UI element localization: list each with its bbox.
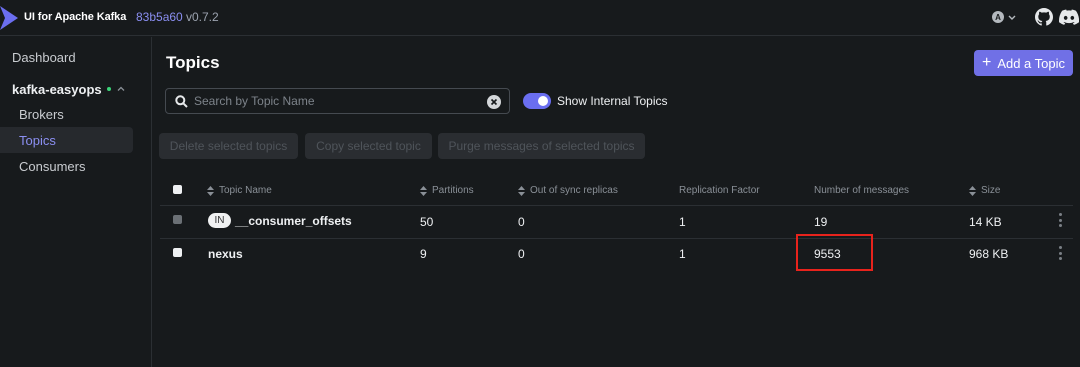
github-icon[interactable] xyxy=(1035,8,1053,26)
highlight-annotation-box xyxy=(796,234,873,271)
messages-cell: 19 xyxy=(814,215,828,229)
page-title: Topics xyxy=(166,53,220,72)
topic-name-link[interactable]: nexus xyxy=(208,247,243,261)
row-checkbox[interactable] xyxy=(173,248,182,257)
column-header-topic-name[interactable]: Topic Name xyxy=(207,185,272,196)
sidebar-item-consumers[interactable]: Consumers xyxy=(0,153,133,179)
theme-auto-icon: A xyxy=(992,11,1004,23)
column-header-partitions[interactable]: Partitions xyxy=(420,185,474,196)
sidebar-item-brokers[interactable]: Brokers xyxy=(0,101,133,127)
cluster-name: kafka-easyops xyxy=(12,81,102,97)
replication-factor-cell: 1 xyxy=(679,247,686,261)
sort-icon xyxy=(420,185,427,196)
out-of-sync-cell: 0 xyxy=(518,215,525,229)
theme-switcher[interactable]: A xyxy=(992,8,1022,26)
column-header-label: Out of sync replicas xyxy=(530,185,618,196)
cluster-menu[interactable]: kafka-easyops xyxy=(12,80,137,98)
plus-icon: + xyxy=(981,54,992,71)
kafka-ui-logo-icon[interactable] xyxy=(0,6,18,30)
discord-icon[interactable] xyxy=(1059,9,1079,25)
sidebar-item-dashboard[interactable]: Dashboard xyxy=(0,44,133,70)
chevron-up-icon[interactable] xyxy=(115,83,127,95)
column-header-replication-factor: Replication Factor xyxy=(679,185,760,196)
search-icon xyxy=(175,95,188,108)
internal-topic-badge: IN xyxy=(208,213,231,228)
size-cell: 14 KB xyxy=(969,215,1002,229)
show-internal-topics-label: Show Internal Topics xyxy=(557,94,668,108)
sidebar-item-topics[interactable]: Topics xyxy=(0,127,133,153)
column-header-messages: Number of messages xyxy=(814,185,910,196)
partitions-cell: 50 xyxy=(420,215,434,229)
sort-icon xyxy=(518,185,525,196)
topic-search-box[interactable] xyxy=(165,88,510,114)
sort-icon xyxy=(207,185,214,196)
add-topic-label: Add a Topic xyxy=(997,55,1066,71)
row-checkbox[interactable] xyxy=(173,215,182,224)
column-header-out-of-sync[interactable]: Out of sync replicas xyxy=(518,185,618,196)
cluster-status-dot-icon xyxy=(106,87,111,91)
select-all-checkbox[interactable] xyxy=(173,185,182,194)
copy-selected-topic-button[interactable]: Copy selected topic xyxy=(305,133,432,159)
search-input[interactable] xyxy=(194,92,474,110)
version-number: v0.7.2 xyxy=(186,10,219,24)
delete-selected-topics-button[interactable]: Delete selected topics xyxy=(159,133,298,159)
version-hash-link[interactable]: 83b5a60 xyxy=(136,10,183,24)
purge-messages-button[interactable]: Purge messages of selected topics xyxy=(438,133,645,159)
table-header-divider xyxy=(160,205,1073,206)
sidebar: Dashboard kafka-easyops Brokers Topics C… xyxy=(0,37,152,367)
clear-search-icon[interactable] xyxy=(487,95,501,109)
top-navbar: UI for Apache Kafka 83b5a60 v0.7.2 A xyxy=(0,0,1080,36)
partitions-cell: 9 xyxy=(420,247,427,261)
toggle-knob xyxy=(538,96,548,106)
out-of-sync-cell: 0 xyxy=(518,247,525,261)
topic-name-link[interactable]: __consumer_offsets xyxy=(235,214,352,228)
row-actions-menu-icon[interactable] xyxy=(1059,246,1062,260)
add-topic-button[interactable]: + Add a Topic xyxy=(974,50,1073,76)
show-internal-topics-toggle[interactable] xyxy=(523,93,551,109)
app-title[interactable]: UI for Apache Kafka xyxy=(24,11,126,23)
sort-icon xyxy=(969,185,976,196)
replication-factor-cell: 1 xyxy=(679,215,686,229)
size-cell: 968 KB xyxy=(969,247,1009,261)
column-header-size[interactable]: Size xyxy=(969,185,1000,196)
chevron-down-icon xyxy=(1008,15,1016,20)
column-header-label: Size xyxy=(981,185,1001,196)
row-actions-menu-icon[interactable] xyxy=(1059,213,1062,227)
column-header-label: Topic Name xyxy=(219,185,272,196)
table-row-divider xyxy=(160,238,1073,239)
column-header-label: Partitions xyxy=(432,185,474,196)
